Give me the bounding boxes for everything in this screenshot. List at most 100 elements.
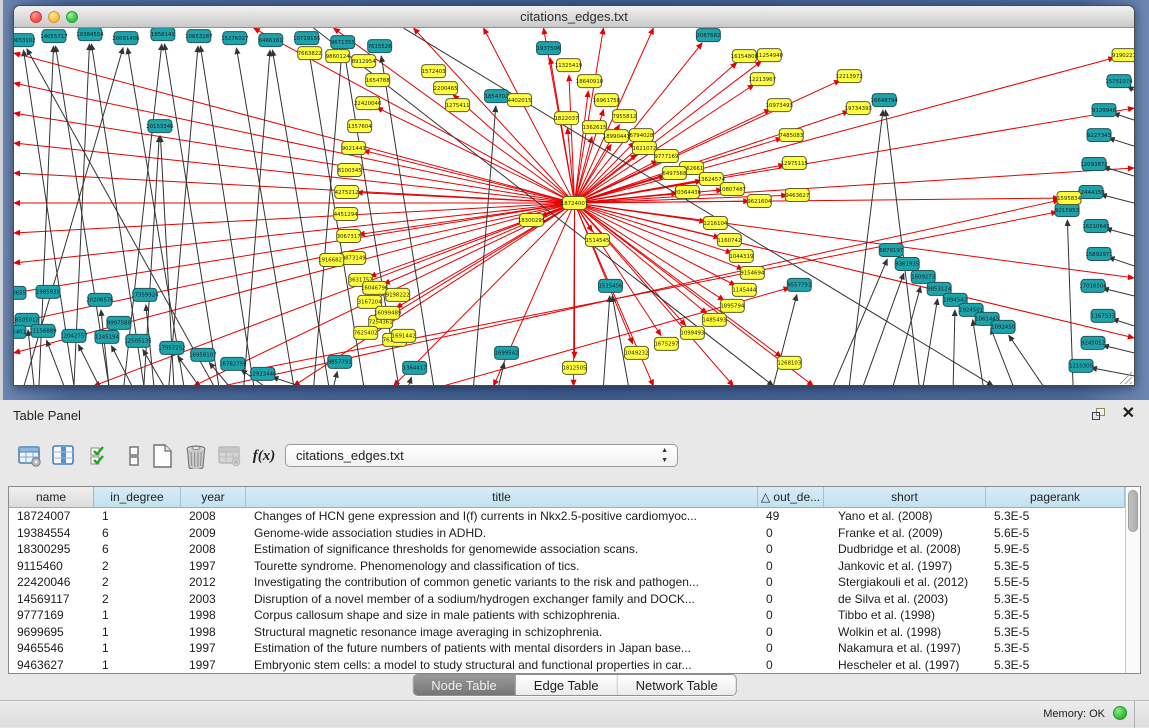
graph-node[interactable]: 20364436: [674, 186, 702, 199]
graph-node[interactable]: 1854702: [485, 90, 509, 103]
graph-node[interactable]: 9671355: [331, 36, 355, 49]
column-header-in_degree[interactable]: in_degree: [94, 487, 181, 508]
column-header-pagerank[interactable]: pagerank: [986, 487, 1125, 508]
graph-node[interactable]: 3067317: [337, 229, 361, 242]
graph-node[interactable]: 18724007: [561, 197, 588, 210]
citation-network-graph[interactable]: 2065310214055717193845542069140618581411…: [14, 28, 1134, 386]
graph-node[interactable]: 1364417: [403, 361, 427, 374]
graph-node[interactable]: 6466161: [259, 34, 283, 47]
graph-node[interactable]: 1268103: [777, 356, 801, 369]
graph-node[interactable]: 12093872: [1080, 158, 1107, 171]
table-row[interactable]: 1456911722003Disruption of a novel membe…: [9, 591, 1140, 608]
graph-node[interactable]: 16210643: [1082, 219, 1109, 232]
close-panel-icon[interactable]: ✕: [1122, 405, 1135, 423]
graph-node[interactable]: 17016504: [1079, 279, 1107, 292]
graph-node[interactable]: 10973493: [766, 99, 793, 112]
graph-node[interactable]: 12923446: [249, 367, 277, 380]
graph-node[interactable]: 8912954: [352, 55, 377, 68]
graph-node[interactable]: 1044319: [729, 249, 754, 262]
graph-node[interactable]: 9463627: [785, 189, 809, 202]
graph-node[interactable]: 15276027: [221, 32, 248, 45]
graph-node[interactable]: 7955812: [612, 110, 636, 123]
graph-node[interactable]: 4275212: [335, 186, 359, 199]
graph-node[interactable]: 1691442: [392, 329, 416, 342]
graph-node[interactable]: 12213972: [836, 70, 863, 83]
delete-trash-button[interactable]: [182, 442, 210, 470]
graph-node[interactable]: 1210305: [1069, 359, 1093, 372]
graph-node[interactable]: 9857791: [328, 355, 352, 368]
graph-node[interactable]: 1937506: [537, 42, 562, 55]
graph-node[interactable]: 9227343: [1087, 129, 1111, 142]
graph-node[interactable]: 8100345: [338, 164, 362, 177]
graph-node[interactable]: 11254940: [756, 49, 784, 62]
graph-node[interactable]: 10807487: [719, 183, 746, 196]
graph-node[interactable]: 1092450: [991, 320, 1016, 333]
graph-node[interactable]: 1699542: [495, 346, 519, 359]
graph-node[interactable]: 20691406: [112, 32, 140, 45]
graph-node[interactable]: 4402015: [508, 94, 532, 107]
graph-node[interactable]: 1822037: [555, 112, 579, 125]
graph-node[interactable]: 15751074: [1105, 75, 1133, 88]
row-height-button[interactable]: [120, 442, 148, 470]
graph-node[interactable]: 9860124: [326, 50, 351, 63]
graph-node[interactable]: 12213967: [749, 73, 776, 86]
tab-network-table[interactable]: Network Table: [618, 675, 736, 695]
graph-node[interactable]: 19734393: [845, 102, 872, 115]
graph-node[interactable]: 6879197: [879, 243, 903, 256]
graph-node[interactable]: 19384554: [76, 28, 104, 41]
node-attribute-table[interactable]: namein_degreeyeartitle△ out_de...shortpa…: [8, 486, 1141, 674]
tab-edge-table[interactable]: Edge Table: [516, 675, 618, 695]
graph-node[interactable]: 9129946: [1092, 104, 1117, 117]
graph-node[interactable]: 15892971: [1085, 247, 1112, 260]
graph-node[interactable]: 9215953: [1055, 204, 1079, 217]
graph-node[interactable]: 7615526: [368, 40, 393, 53]
graph-node[interactable]: 16782759: [219, 357, 247, 370]
graph-node[interactable]: 9621604: [747, 195, 772, 208]
graph-node[interactable]: 1812505: [563, 361, 587, 374]
graph-node[interactable]: 20653102: [14, 34, 36, 47]
graph-node[interactable]: 7663822: [298, 47, 322, 60]
tab-node-table[interactable]: Node Table: [413, 675, 516, 695]
table-row[interactable]: 911546021997Tourette syndrome. Phenomeno…: [9, 558, 1140, 575]
graph-node[interactable]: 9557793: [787, 278, 811, 291]
graph-node[interactable]: 9245012: [1081, 336, 1105, 349]
graph-node[interactable]: 9154694: [740, 266, 765, 279]
graph-node[interactable]: 1160742: [717, 233, 741, 246]
graph-node[interactable]: 1595834: [1057, 192, 1082, 205]
table-row[interactable]: 1830029562008Estimation of significance …: [9, 541, 1140, 558]
table-body[interactable]: 1872400712008Changes of HCN gene express…: [9, 508, 1140, 673]
graph-node[interactable]: 1145194: [95, 330, 120, 343]
select-attributes-button[interactable]: [86, 442, 114, 470]
graph-node[interactable]: 18990443: [603, 130, 630, 143]
graph-node[interactable]: 1216104: [703, 216, 728, 229]
graph-node[interactable]: 6497568: [662, 167, 687, 180]
graph-node[interactable]: 12042757: [60, 329, 87, 342]
graph-node[interactable]: 1145444: [732, 283, 757, 296]
graph-node[interactable]: 9777169: [654, 150, 679, 163]
graph-node[interactable]: 1621072: [632, 142, 656, 155]
graph-node[interactable]: 1099493: [680, 326, 704, 339]
column-header-year[interactable]: year: [181, 487, 246, 508]
table-row[interactable]: 969969511998Structural magnetic resonanc…: [9, 624, 1140, 641]
graph-node[interactable]: 2620655: [14, 286, 26, 299]
graph-node[interactable]: 1485493: [702, 313, 726, 326]
resize-grip-icon[interactable]: [1117, 369, 1133, 385]
graph-node[interactable]: 9021443: [342, 142, 366, 155]
graph-node[interactable]: 4451294: [334, 207, 359, 220]
graph-node[interactable]: 1362615: [582, 121, 606, 134]
graph-node[interactable]: 12505135: [124, 334, 151, 347]
graph-node[interactable]: 17359924: [131, 288, 159, 301]
show-column-button[interactable]: [50, 442, 78, 470]
graph-node[interactable]: 19166827: [318, 253, 345, 266]
graph-node[interactable]: 1515456: [598, 279, 623, 292]
graph-node[interactable]: 1675297: [654, 337, 678, 350]
graph-node[interactable]: 16648794: [871, 94, 899, 107]
graph-node[interactable]: 11156889: [29, 324, 57, 337]
graph-node[interactable]: 1985935: [36, 285, 60, 298]
graph-node[interactable]: 7625402: [354, 326, 378, 339]
graph-node[interactable]: 9190221: [1112, 49, 1134, 62]
table-row[interactable]: 1872400712008Changes of HCN gene express…: [9, 508, 1140, 525]
graph-node[interactable]: 1167533: [1091, 309, 1115, 322]
vertical-scrollbar[interactable]: [1125, 487, 1140, 673]
network-view-canvas[interactable]: 2065310214055717193845542069140618581411…: [14, 28, 1134, 386]
